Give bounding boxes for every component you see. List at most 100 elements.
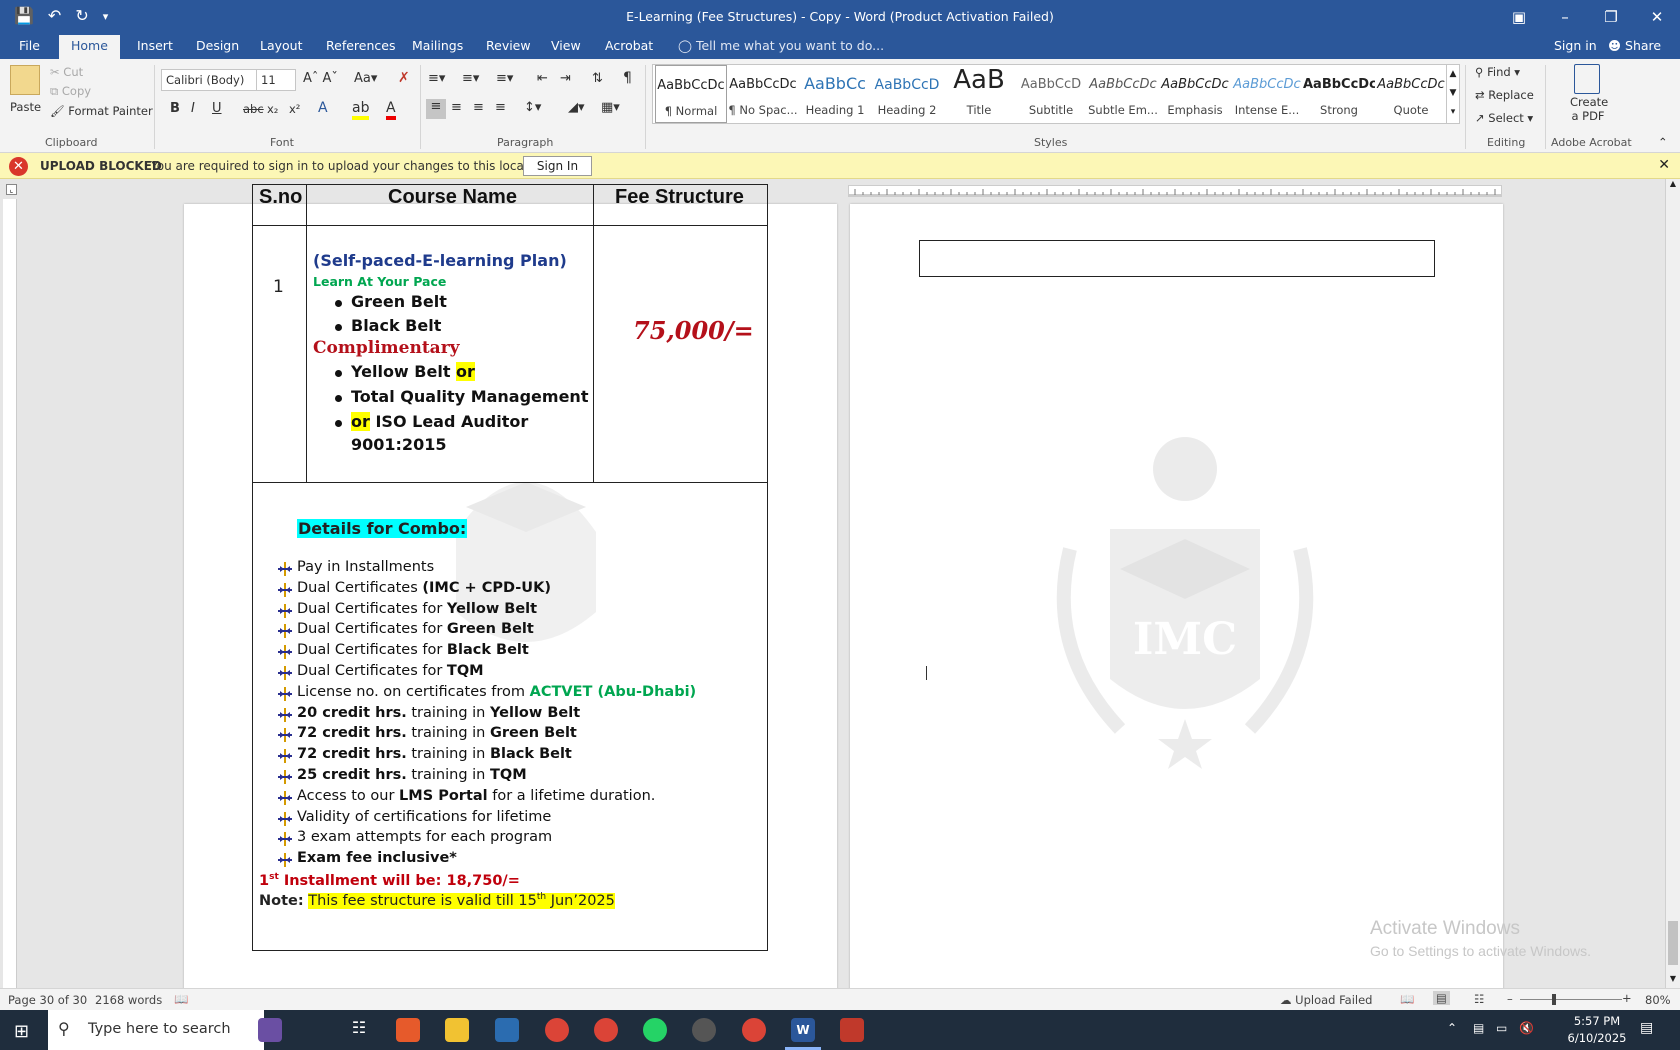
tab-acrobat[interactable]: Acrobat <box>605 38 653 53</box>
style-normal[interactable]: AaBbCcDc ¶ Normal <box>655 65 727 123</box>
volume-icon[interactable]: 🔇 <box>1519 1021 1534 1035</box>
file-explorer-icon[interactable] <box>445 1018 469 1042</box>
style-heading-2[interactable]: AaBbCcD Heading 2 <box>871 65 943 123</box>
subscript-icon[interactable]: x₂ <box>267 102 278 116</box>
font-name-select[interactable]: Calibri (Body) <box>161 69 257 91</box>
tell-me-box[interactable]: ◯ Tell me what you want to do... <box>678 38 884 53</box>
scroll-up-icon[interactable]: ▲ <box>1666 179 1680 193</box>
document-area[interactable]: ⌞ S.no Course Name Fee Structure 1 (Self… <box>0 179 1665 988</box>
scroll-down-icon[interactable]: ▼ <box>1666 974 1680 988</box>
zoom-level[interactable]: 80% <box>1645 993 1671 1007</box>
style-subtitle[interactable]: AaBbCcD Subtitle <box>1015 65 1087 123</box>
tab-selector-icon[interactable]: ⌞ <box>6 184 17 195</box>
chrome-icon-3[interactable] <box>742 1018 766 1042</box>
sort-icon[interactable]: ⇅ <box>592 71 603 86</box>
taskbar-time[interactable]: 5:57 PM <box>1567 1014 1627 1028</box>
close-button[interactable]: ✕ <box>1634 0 1680 33</box>
upload-status[interactable]: ☁ Upload Failed <box>1280 993 1372 1007</box>
underline-icon[interactable]: U <box>212 101 222 116</box>
zoom-thumb[interactable] <box>1552 994 1556 1005</box>
tab-mailings[interactable]: Mailings <box>412 38 463 53</box>
align-left-icon[interactable]: ≡ <box>426 99 446 119</box>
notifications-icon[interactable]: ▤ <box>1640 1020 1653 1036</box>
font-color-icon[interactable]: A <box>386 100 396 120</box>
justify-icon[interactable]: ≡ <box>495 100 506 115</box>
cut-button[interactable]: ✂ Cut <box>50 65 83 79</box>
style-heading-1[interactable]: AaBbCc Heading 1 <box>799 65 871 123</box>
numbering-icon[interactable]: ≡▾ <box>462 71 479 86</box>
office-icon[interactable] <box>396 1018 420 1042</box>
style-strong[interactable]: AaBbCcDc Strong <box>1303 65 1375 123</box>
tab-references[interactable]: References <box>326 38 395 53</box>
tab-insert[interactable]: Insert <box>137 38 173 53</box>
show-marks-icon[interactable]: ¶ <box>623 70 632 86</box>
minimize-button[interactable]: – <box>1542 0 1588 33</box>
style-subtle-emphasis[interactable]: AaBbCcDc Subtle Em... <box>1087 65 1159 123</box>
tab-view[interactable]: View <box>551 38 581 53</box>
shading-icon[interactable]: ◢▾ <box>568 100 585 115</box>
grow-font-icon[interactable]: Aˆ Aˇ <box>303 71 338 86</box>
vertical-scrollbar[interactable]: ▲ ▼ <box>1665 179 1680 988</box>
sign-in-link[interactable]: Sign in <box>1554 38 1597 53</box>
tab-design[interactable]: Design <box>196 38 239 53</box>
zoom-in-icon[interactable]: + <box>1622 991 1632 1005</box>
ribbon-display-icon[interactable]: ▣ <box>1496 0 1542 33</box>
word-count[interactable]: 2168 words <box>95 993 162 1007</box>
zoom-slider[interactable] <box>1520 999 1622 1000</box>
line-spacing-icon[interactable]: ↕▾ <box>524 100 541 115</box>
task-view-icon[interactable]: ☷ <box>347 1018 371 1042</box>
format-painter-button[interactable]: 🖌 Format Painter <box>50 104 153 118</box>
replace-button[interactable]: ⇄ Replace <box>1475 88 1534 102</box>
taskbar-search[interactable]: ⚲ Type here to search <box>48 1010 264 1050</box>
proofing-icon[interactable]: 📖 <box>174 992 188 1006</box>
style-emphasis[interactable]: AaBbCcDc Emphasis <box>1159 65 1231 123</box>
empty-text-box[interactable] <box>919 240 1435 277</box>
restore-button[interactable]: ❐ <box>1588 0 1634 33</box>
borders-icon[interactable]: ▦▾ <box>601 100 620 115</box>
taskbar-date[interactable]: 6/10/2025 <box>1567 1031 1627 1045</box>
style-no-spacing[interactable]: AaBbCcDc ¶ No Spac... <box>727 65 799 123</box>
chrome-icon[interactable] <box>545 1018 569 1042</box>
clock-app-icon[interactable] <box>692 1018 716 1042</box>
change-case-icon[interactable]: Aa▾ <box>354 71 377 86</box>
chrome-icon-2[interactable] <box>594 1018 618 1042</box>
scroll-thumb[interactable] <box>1668 921 1678 965</box>
close-icon[interactable]: ✕ <box>1658 157 1670 173</box>
share-button[interactable]: ☻ Share <box>1608 38 1661 53</box>
styles-scroll-icon[interactable]: ▲ ▼ ▾ <box>1446 65 1459 123</box>
show-hidden-icon[interactable]: ⌃ <box>1447 1021 1457 1035</box>
font-size-select[interactable]: 11 <box>256 69 296 91</box>
multilevel-list-icon[interactable]: ≡▾ <box>496 71 513 86</box>
create-pdf-button[interactable]: Create a PDF <box>1570 95 1608 123</box>
bold-icon[interactable]: B <box>170 101 180 116</box>
document-page[interactable]: S.no Course Name Fee Structure 1 (Self-p… <box>184 184 837 988</box>
style-intense-emphasis[interactable]: AaBbCcDc Intense E... <box>1231 65 1303 123</box>
tool-app-icon[interactable] <box>495 1018 519 1042</box>
sign-in-button[interactable]: Sign In <box>523 156 592 176</box>
italic-icon[interactable]: I <box>191 101 195 116</box>
copy-button[interactable]: ⧉ Copy <box>50 84 91 99</box>
highlight-icon[interactable]: ab <box>352 100 370 120</box>
style-quote[interactable]: AaBbCcDc Quote <box>1375 65 1447 123</box>
tab-file[interactable]: File <box>19 38 40 53</box>
windows-start-icon[interactable]: ⊞ <box>14 1021 29 1042</box>
page-count[interactable]: Page 30 of 30 <box>8 993 87 1007</box>
print-layout-icon[interactable]: ▤ <box>1433 991 1450 1005</box>
read-mode-icon[interactable]: 📖 <box>1400 992 1414 1006</box>
paste-button[interactable]: Paste <box>10 100 41 114</box>
search-highlight-icon[interactable] <box>258 1018 282 1042</box>
tab-home[interactable]: Home <box>59 35 120 59</box>
align-center-icon[interactable]: ≡ <box>451 100 462 115</box>
document-page-2[interactable]: IMC <box>850 204 1503 988</box>
battery-icon[interactable]: ▭ <box>1496 1021 1507 1035</box>
style-title[interactable]: AaB Title <box>943 65 1015 123</box>
tab-layout[interactable]: Layout <box>260 38 303 53</box>
web-layout-icon[interactable]: ☷ <box>1474 992 1484 1006</box>
whatsapp-icon[interactable] <box>643 1018 667 1042</box>
network-icon[interactable]: ▤ <box>1473 1021 1484 1035</box>
collapse-ribbon-icon[interactable]: ⌃ <box>1658 135 1668 149</box>
increase-indent-icon[interactable]: ⇥ <box>560 71 571 86</box>
decrease-indent-icon[interactable]: ⇤ <box>537 71 548 86</box>
zoom-out-icon[interactable]: – <box>1507 992 1513 1006</box>
superscript-icon[interactable]: x² <box>289 102 300 116</box>
